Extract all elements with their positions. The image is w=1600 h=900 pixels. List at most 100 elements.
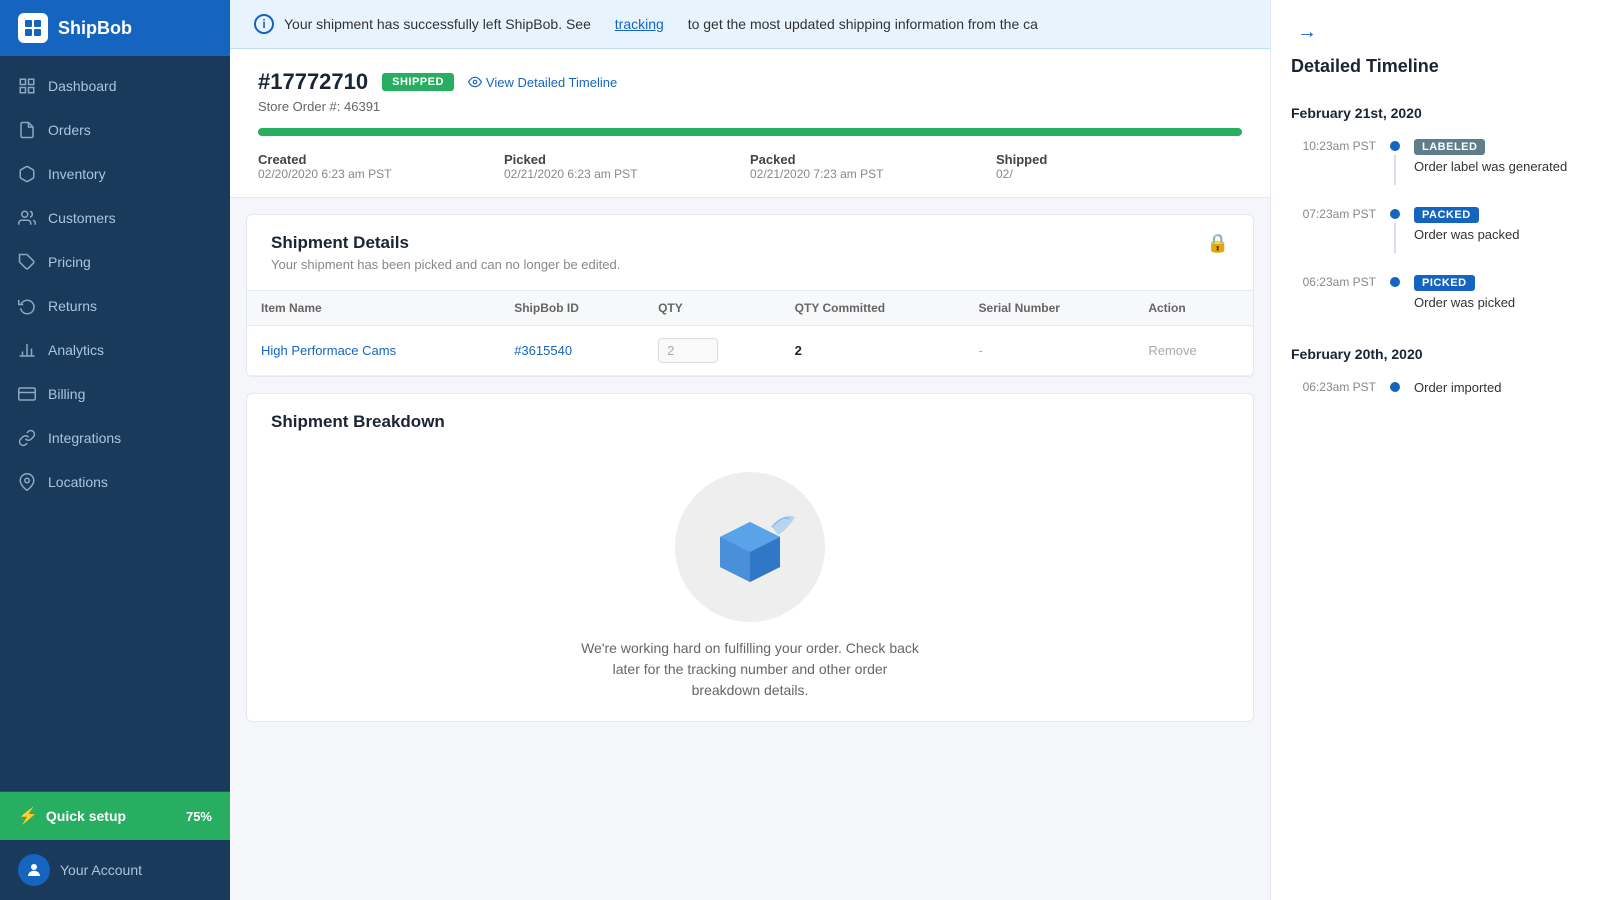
timeline-entry-imported: 06:23am PST Order imported: [1291, 378, 1580, 395]
shipment-breakdown-card: Shipment Breakdown: [246, 393, 1254, 722]
sidebar-nav: Dashboard Orders Inventory: [0, 56, 230, 791]
breakdown-illustration: We're working hard on fulfilling your or…: [247, 452, 1253, 721]
details-title: Shipment Details: [271, 233, 620, 253]
item-name[interactable]: High Performace Cams: [247, 326, 500, 376]
tl-time-labeled: 10:23am PST: [1291, 137, 1376, 185]
tl-dot-packed: [1390, 209, 1400, 219]
tl-time-packed: 07:23am PST: [1291, 205, 1376, 253]
shipment-details-card: Shipment Details Your shipment has been …: [246, 214, 1254, 377]
main-content: i Your shipment has successfully left Sh…: [230, 0, 1270, 900]
qty-input[interactable]: [658, 338, 718, 363]
sidebar-item-pricing[interactable]: Pricing: [0, 240, 230, 284]
your-account-label: Your Account: [60, 862, 142, 878]
tl-content-picked: PICKED Order was picked: [1414, 273, 1580, 310]
qty-cell: [644, 326, 781, 376]
col-item-name: Item Name: [247, 291, 500, 326]
sidebar-item-integrations[interactable]: Integrations: [0, 416, 230, 460]
tl-dot-imported: [1390, 382, 1400, 392]
serial-number: -: [965, 326, 1135, 376]
timeline-group-feb21: February 21st, 2020 10:23am PST LABELED …: [1271, 89, 1600, 330]
timeline-entry-packed: 07:23am PST PACKED Order was packed: [1291, 205, 1580, 253]
timeline-panel: → Detailed Timeline February 21st, 2020 …: [1270, 0, 1600, 900]
sidebar-label-locations: Locations: [48, 474, 108, 490]
step-shipped: Shipped 02/: [996, 152, 1242, 181]
tag-icon: [18, 253, 36, 271]
table-row: High Performace Cams #3615540 2 - Remove: [247, 326, 1253, 376]
breakdown-title: Shipment Breakdown: [271, 412, 1229, 432]
sidebar-item-customers[interactable]: Customers: [0, 196, 230, 240]
lock-icon: 🔒: [1207, 233, 1229, 254]
timeline-steps: Created 02/20/2020 6:23 am PST Picked 02…: [258, 152, 1242, 181]
notification-bar: i Your shipment has successfully left Sh…: [230, 0, 1270, 49]
account-avatar: [18, 854, 50, 886]
timeline-group-feb20: February 20th, 2020 06:23am PST Order im…: [1271, 330, 1600, 415]
sidebar-item-orders[interactable]: Orders: [0, 108, 230, 152]
timeline-date-feb21: February 21st, 2020: [1291, 105, 1580, 121]
tl-content-labeled: LABELED Order label was generated: [1414, 137, 1580, 185]
shipment-header: #17772710 SHIPPED View Detailed Timeline…: [230, 49, 1270, 198]
sidebar-item-returns[interactable]: Returns: [0, 284, 230, 328]
sidebar-label-returns: Returns: [48, 298, 97, 314]
app-name: ShipBob: [58, 18, 132, 39]
tl-desc-labeled: Order label was generated: [1414, 159, 1580, 174]
progress-bar: [258, 128, 1242, 136]
qty-committed: 2: [781, 326, 965, 376]
timeline-date-feb20: February 20th, 2020: [1291, 346, 1580, 362]
tracking-link[interactable]: tracking: [615, 16, 664, 32]
grid-icon: [18, 77, 36, 95]
sidebar-label-billing: Billing: [48, 386, 85, 402]
sidebar-item-billing[interactable]: Billing: [0, 372, 230, 416]
col-serial-number: Serial Number: [965, 291, 1135, 326]
box-illustration: [675, 472, 825, 622]
notification-message: Your shipment has successfully left Ship…: [284, 16, 591, 32]
close-panel-button[interactable]: →: [1291, 16, 1323, 48]
sidebar-label-pricing: Pricing: [48, 254, 91, 270]
users-icon: [18, 209, 36, 227]
box-icon: [18, 165, 36, 183]
info-icon: i: [254, 14, 274, 34]
box-svg: [700, 497, 800, 597]
col-qty: QTY: [644, 291, 781, 326]
shipment-id: #17772710: [258, 69, 368, 95]
tl-desc-picked: Order was picked: [1414, 295, 1580, 310]
app-logo[interactable]: ShipBob: [0, 0, 230, 56]
sidebar-item-analytics[interactable]: Analytics: [0, 328, 230, 372]
step-picked: Picked 02/21/2020 6:23 am PST: [504, 152, 750, 181]
tl-content-imported: Order imported: [1414, 378, 1580, 395]
sidebar-label-analytics: Analytics: [48, 342, 104, 358]
shipbob-id[interactable]: #3615540: [500, 326, 644, 376]
quick-setup-percent: 75%: [186, 809, 212, 824]
sidebar-item-locations[interactable]: Locations: [0, 460, 230, 504]
badge-labeled: LABELED: [1414, 139, 1485, 155]
credit-card-icon: [18, 385, 36, 403]
logo-icon: [18, 13, 48, 43]
shipped-badge: SHIPPED: [382, 73, 454, 91]
tl-time-imported: 06:23am PST: [1291, 378, 1376, 395]
content-area: #17772710 SHIPPED View Detailed Timeline…: [230, 49, 1270, 900]
sidebar-item-dashboard[interactable]: Dashboard: [0, 64, 230, 108]
tl-desc-packed: Order was packed: [1414, 227, 1580, 242]
tl-content-packed: PACKED Order was packed: [1414, 205, 1580, 253]
quick-setup-bar[interactable]: ⚡ Quick setup 75%: [0, 792, 230, 840]
sidebar-label-inventory: Inventory: [48, 166, 106, 182]
bar-chart-icon: [18, 341, 36, 359]
lightning-icon: ⚡: [18, 806, 38, 826]
your-account[interactable]: Your Account: [0, 840, 230, 900]
link-icon: [18, 429, 36, 447]
tl-line-packed: [1394, 223, 1396, 253]
refresh-icon: [18, 297, 36, 315]
step-created: Created 02/20/2020 6:23 am PST: [258, 152, 504, 181]
tl-dot-picked: [1390, 277, 1400, 287]
store-order: Store Order #: 46391: [258, 99, 1242, 114]
eye-icon: [468, 75, 482, 89]
sidebar-label-integrations: Integrations: [48, 430, 121, 446]
sidebar-item-inventory[interactable]: Inventory: [0, 152, 230, 196]
view-timeline-label: View Detailed Timeline: [486, 75, 617, 90]
view-timeline-link[interactable]: View Detailed Timeline: [468, 75, 617, 90]
timeline-title: Detailed Timeline: [1271, 56, 1600, 89]
tl-time-picked: 06:23am PST: [1291, 273, 1376, 310]
remove-action[interactable]: Remove: [1134, 326, 1253, 376]
timeline-entry-picked: 06:23am PST PICKED Order was picked: [1291, 273, 1580, 310]
sidebar: ShipBob Dashboard Orders: [0, 0, 230, 900]
sidebar-bottom: ⚡ Quick setup 75% Your Account: [0, 791, 230, 900]
